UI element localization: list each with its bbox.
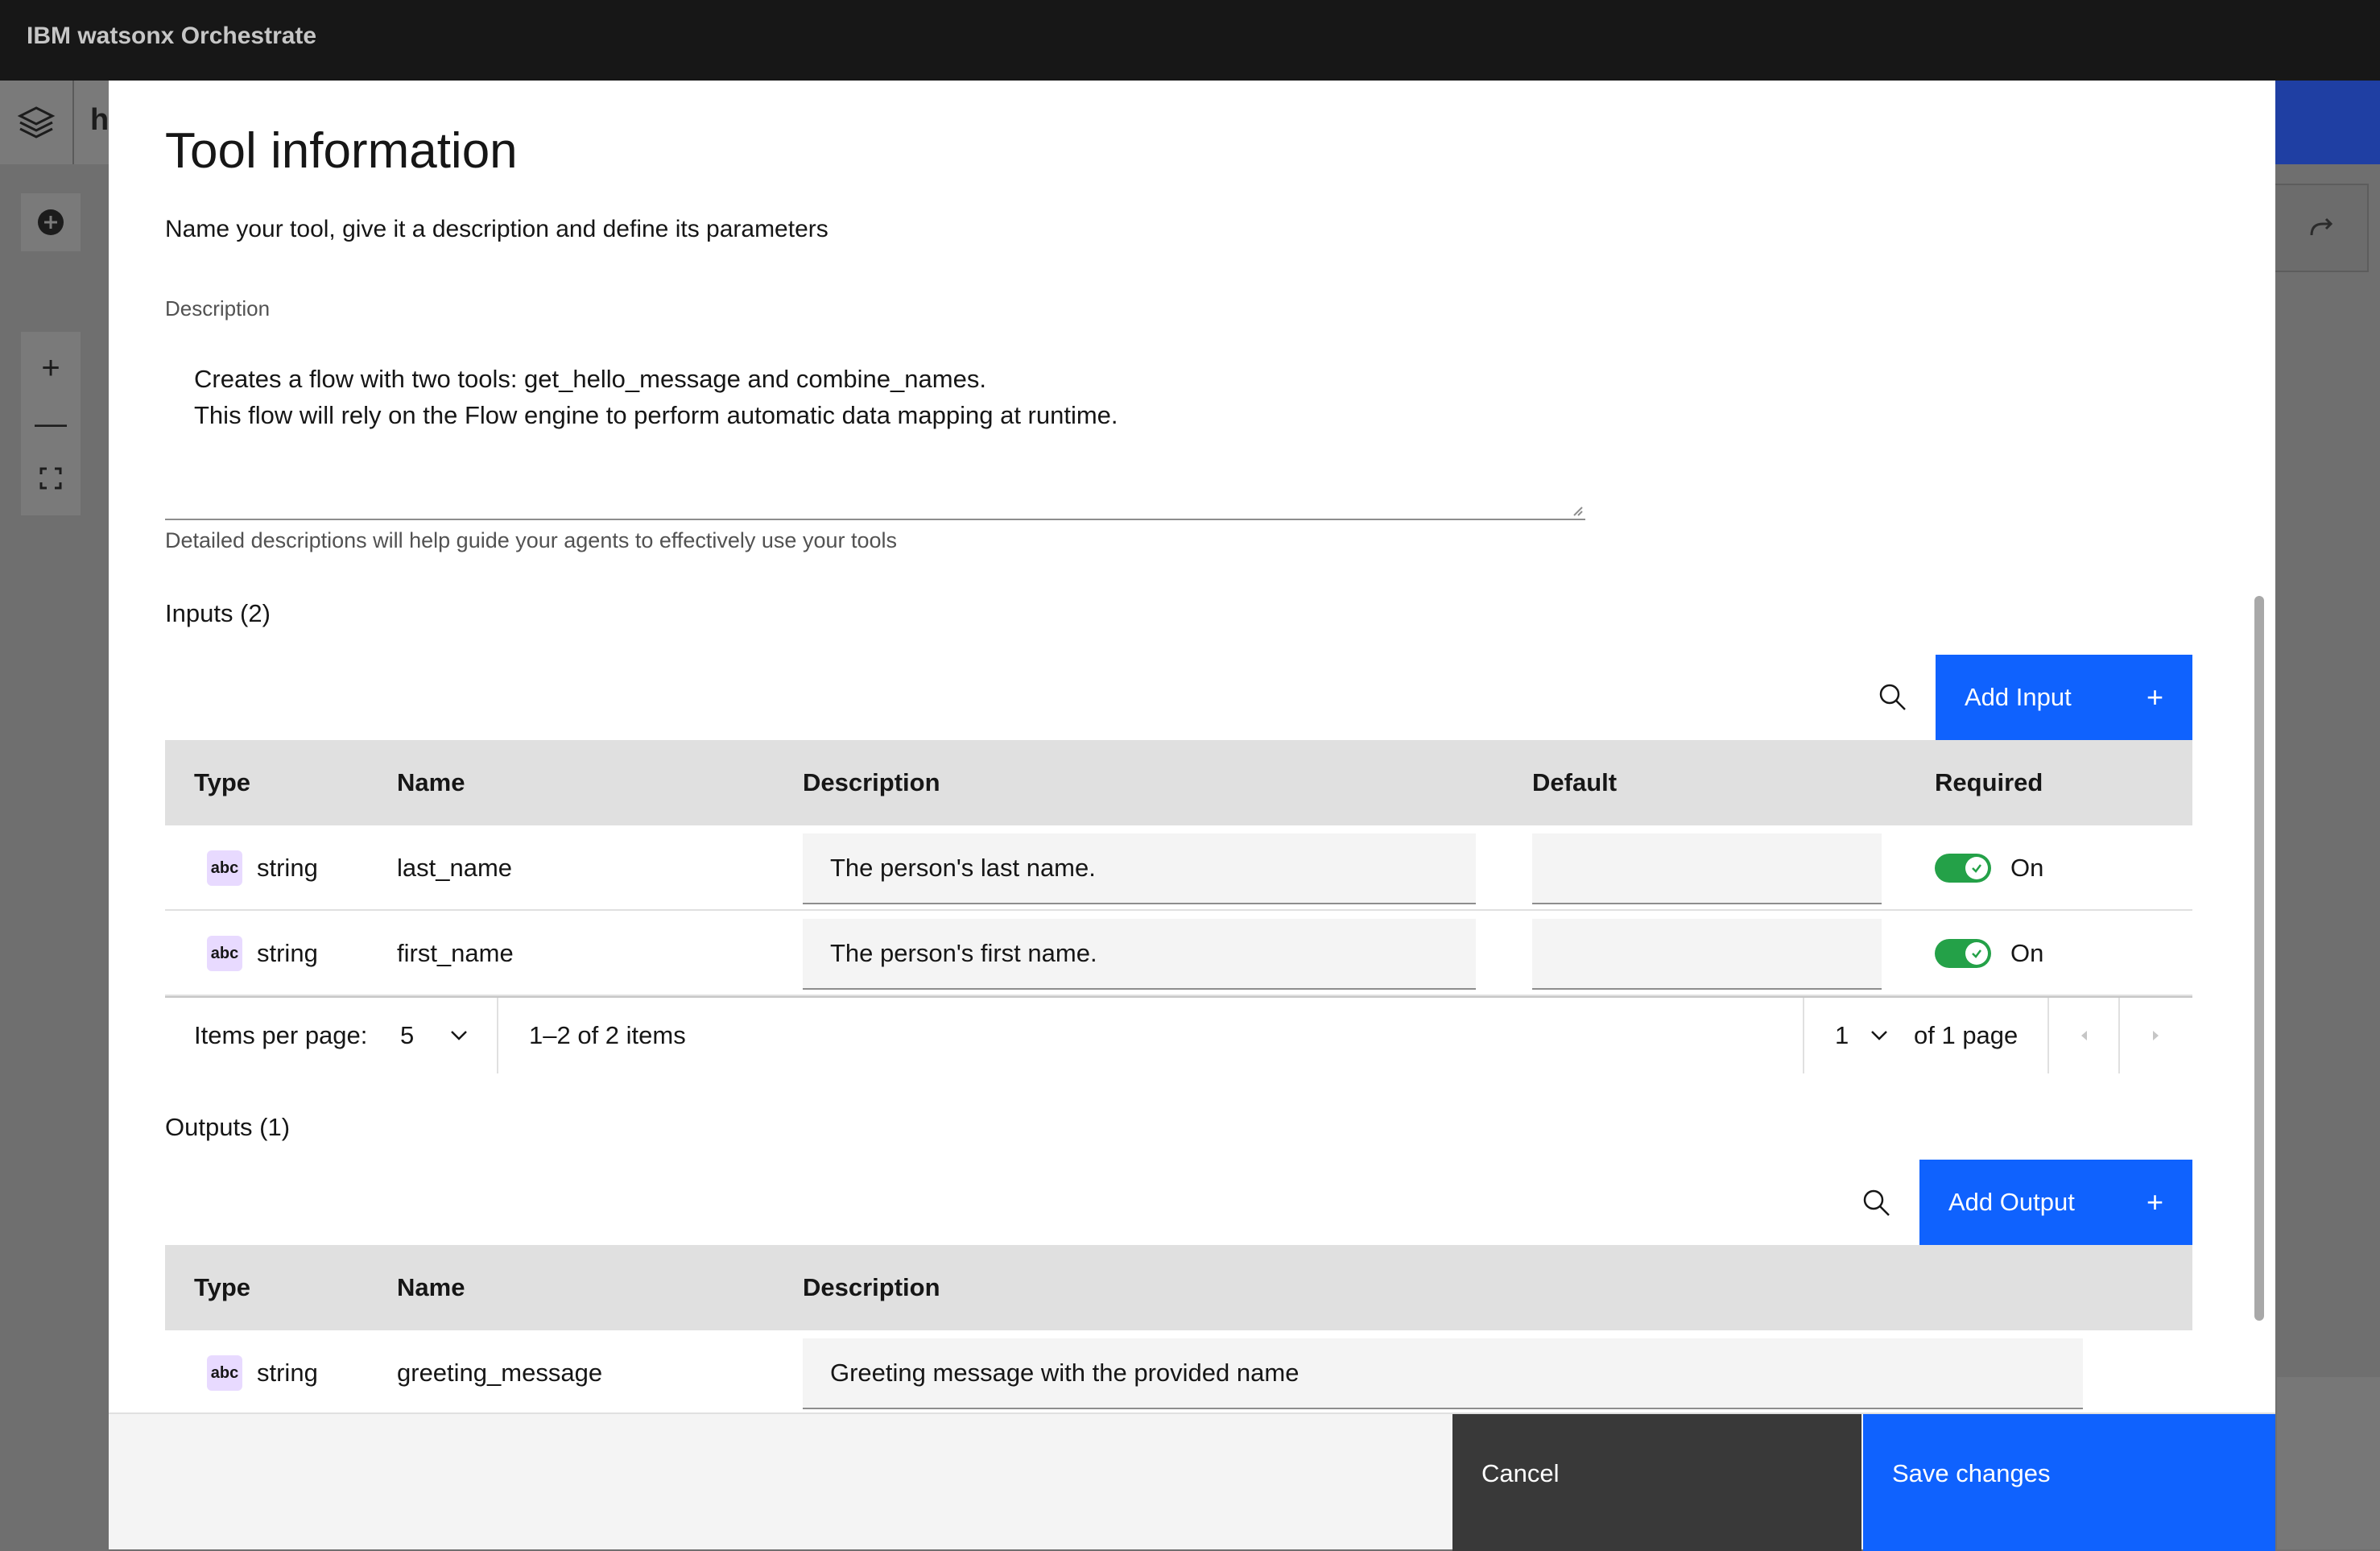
divider	[1803, 998, 1804, 1073]
inputs-title: Inputs (2)	[165, 599, 271, 627]
description-line: Creates a flow with two tools: get_hello…	[194, 365, 986, 393]
type-label: string	[257, 1359, 318, 1387]
column-header-name[interactable]: Name	[397, 740, 465, 825]
app-title: IBM watsonx Orchestrate	[27, 23, 317, 49]
add-output-label: Add Output	[1948, 1188, 2075, 1216]
description-input[interactable]: The person's last name.	[803, 833, 1476, 904]
required-toggle[interactable]	[1935, 854, 1991, 883]
required-toggle[interactable]	[1935, 939, 1991, 968]
add-input-button[interactable]: Add Input +	[1936, 655, 2192, 740]
required-toggle-cell: On	[1935, 911, 2043, 996]
modal-subtitle: Name your tool, give it a description an…	[165, 216, 828, 242]
zoom-in-icon: +	[41, 349, 60, 386]
description-line: This flow will rely on the Flow engine t…	[194, 401, 1118, 429]
column-header-required[interactable]: Required	[1935, 740, 2043, 825]
next-page-button[interactable]	[2120, 998, 2192, 1073]
page-total: of 1 page	[1914, 1021, 2018, 1049]
modal-title: Tool information	[165, 123, 518, 179]
table-row: abc string greeting_message Greeting mes…	[165, 1330, 2192, 1416]
toggle-state-label: On	[2010, 939, 2044, 967]
checkmark-icon	[1965, 942, 1988, 965]
column-header-type[interactable]: Type	[194, 740, 250, 825]
search-icon[interactable]	[1861, 1187, 1893, 1219]
top-bar: IBM watsonx Orchestrate	[0, 0, 2380, 81]
chevron-down-icon	[451, 1031, 467, 1040]
items-per-page-label: Items per page:	[194, 1021, 368, 1049]
resize-handle-icon[interactable]	[1571, 504, 1584, 517]
type-label: string	[257, 854, 318, 882]
page-select[interactable]: 1	[1835, 998, 1888, 1073]
modal-scrollbar[interactable]	[2254, 298, 2264, 1401]
items-range: 1–2 of 2 items	[529, 1021, 686, 1049]
search-icon[interactable]	[1877, 681, 1909, 713]
column-header-description[interactable]: Description	[803, 1245, 940, 1330]
modal-footer: Cancel Save changes	[109, 1412, 2275, 1551]
type-cell: abc string	[207, 825, 318, 911]
layers-icon	[0, 81, 74, 164]
column-header-description[interactable]: Description	[803, 740, 940, 825]
table-row: abc string first_name The person's first…	[165, 911, 2192, 996]
previous-page-button[interactable]	[2049, 998, 2118, 1073]
plus-icon: +	[2146, 1185, 2163, 1218]
chevron-down-icon	[1871, 1031, 1887, 1040]
description-input[interactable]: The person's first name.	[803, 919, 1476, 990]
name-cell: greeting_message	[397, 1359, 603, 1387]
zoom-out-icon: —	[35, 405, 67, 441]
name-cell: last_name	[397, 854, 513, 882]
toggle-state-label: On	[2010, 854, 2044, 882]
description-input[interactable]: Greeting message with the provided name	[803, 1338, 2083, 1409]
default-input[interactable]	[1532, 833, 1882, 904]
zoom-controls: + —	[21, 332, 81, 515]
scrollbar-thumb[interactable]	[2254, 596, 2264, 1321]
column-header-default[interactable]: Default	[1532, 740, 1617, 825]
items-per-page-select[interactable]: 5	[400, 998, 468, 1073]
outputs-title: Outputs (1)	[165, 1113, 291, 1141]
default-input[interactable]	[1532, 919, 1882, 990]
tool-information-modal: Tool information Name your tool, give it…	[109, 81, 2275, 1551]
description-helper-text: Detailed descriptions will help guide yo…	[165, 528, 898, 552]
column-header-type[interactable]: Type	[194, 1245, 250, 1330]
inputs-pagination: Items per page: 5 1–2 of 2 items 1 of 1 …	[165, 996, 2192, 1073]
caret-left-icon	[2081, 1031, 2087, 1040]
description-textarea[interactable]: Creates a flow with two tools: get_hello…	[165, 337, 1585, 520]
page-value: 1	[1835, 1021, 1849, 1049]
background-panel	[2277, 1377, 2380, 1549]
table-row: abc string last_name The person's last n…	[165, 825, 2192, 911]
type-label: string	[257, 939, 318, 967]
string-type-icon: abc	[207, 936, 242, 971]
string-type-icon: abc	[207, 850, 242, 886]
type-cell: abc string	[207, 911, 318, 996]
add-node-icon	[21, 193, 81, 251]
add-output-button[interactable]: Add Output +	[1919, 1160, 2192, 1245]
add-input-label: Add Input	[1965, 683, 2072, 711]
cancel-button[interactable]: Cancel	[1452, 1414, 1861, 1551]
name-cell: first_name	[397, 939, 514, 967]
breadcrumb: h	[90, 103, 109, 137]
divider	[497, 998, 498, 1073]
caret-right-icon	[2153, 1031, 2159, 1040]
type-cell: abc string	[207, 1330, 318, 1416]
plus-icon: +	[2146, 680, 2163, 713]
inputs-table-header: Type Name Description Default Required	[165, 740, 2192, 825]
items-per-page-value: 5	[400, 1021, 415, 1049]
background-blue-bar	[2271, 81, 2380, 164]
save-changes-button[interactable]: Save changes	[1863, 1414, 2275, 1551]
description-label: Description	[165, 296, 271, 321]
checkmark-icon	[1965, 857, 1988, 879]
required-toggle-cell: On	[1935, 825, 2043, 911]
outputs-table-header: Type Name Description	[165, 1245, 2192, 1330]
fit-screen-icon	[39, 463, 62, 495]
redo-icon	[2274, 184, 2369, 272]
string-type-icon: abc	[207, 1355, 242, 1391]
column-header-name[interactable]: Name	[397, 1245, 465, 1330]
